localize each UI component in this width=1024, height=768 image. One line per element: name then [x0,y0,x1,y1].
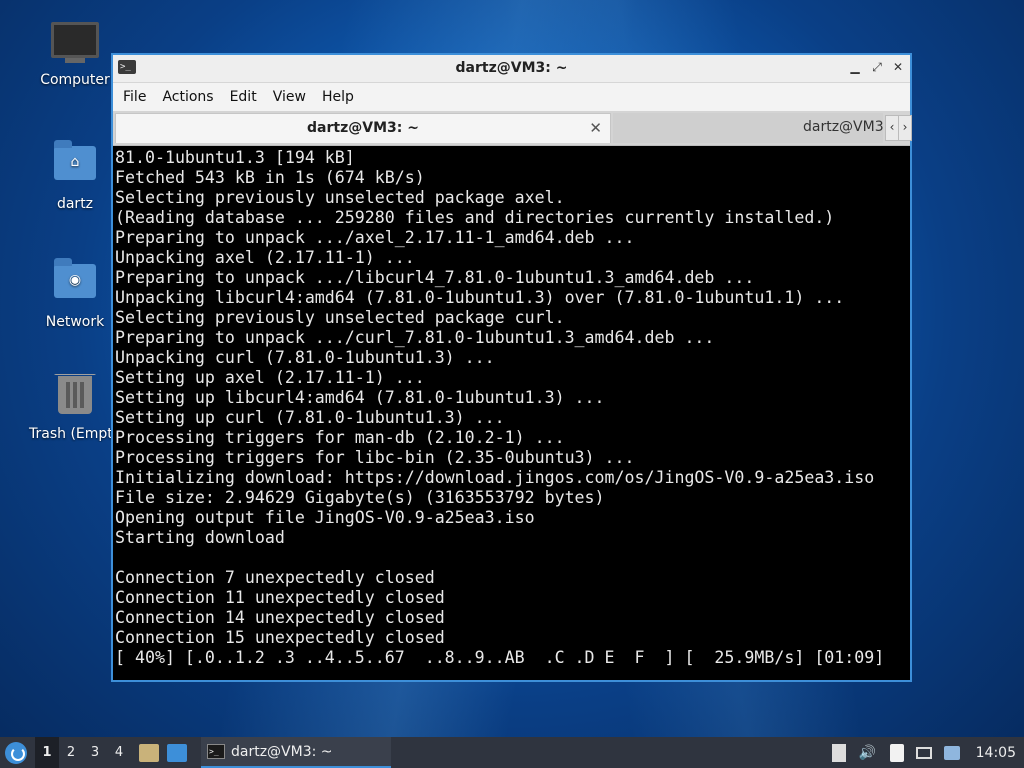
tab-label: dartz@VM3: ~ [307,120,419,136]
app-menu-icon[interactable] [5,741,27,764]
home-folder-icon: ⌂ [51,140,99,190]
menu-actions[interactable]: Actions [154,89,221,105]
network-folder-icon: ◉ [51,258,99,308]
terminal-line: Setting up curl (7.81.0-1ubuntu1.3) ... [115,408,505,427]
terminal-line: Unpacking axel (2.17.11-1) ... [115,248,415,267]
terminal-window: >_ dartz@VM3: ~ ▁ ⤢ ✕ File Actions Edit … [111,53,912,682]
close-button[interactable]: ✕ [889,58,907,76]
terminal-line: Preparing to unpack .../libcurl4_7.81.0-… [115,268,755,287]
clock: 14:05 [975,744,1016,761]
minimize-button[interactable]: ▁ [846,58,864,76]
tab-terminal-1[interactable]: dartz@VM3: ~ ✕ [115,113,611,143]
terminal-line: Selecting previously unselected package … [115,188,565,207]
task-label: dartz@VM3: ~ [231,743,333,760]
terminal-line: Setting up axel (2.17.11-1) ... [115,368,425,387]
terminal-line: 81.0-1ubuntu1.3 [194 kB] [115,148,355,167]
window-titlebar[interactable]: >_ dartz@VM3: ~ ▁ ⤢ ✕ [113,55,910,83]
terminal-line: Setting up libcurl4:amd64 (7.81.0-1ubunt… [115,388,605,407]
menu-help[interactable]: Help [314,89,362,105]
terminal-line: Unpacking libcurl4:amd64 (7.81.0-1ubuntu… [115,288,845,307]
upload-icon[interactable] [831,743,846,762]
desktop-icon-label: Trash (Empty) [29,426,125,442]
terminal-line: Fetched 543 kB in 1s (674 kB/s) [115,168,425,187]
tab-terminal-2[interactable]: dartz@VM3: ~ [613,113,883,143]
terminal-line: Preparing to unpack .../curl_7.81.0-1ubu… [115,328,715,347]
terminal-line: Connection 7 unexpectedly closed [115,568,435,587]
trash-icon [51,374,99,420]
workspace-1[interactable]: 1 [35,737,59,768]
terminal-line: [ 40%] [.0..1.2 .3 ..4..5..67 ..8..9..AB… [115,648,885,667]
desktop-icon-network[interactable]: ◉ Network [25,258,125,330]
taskbar: 1 2 3 4 >_ dartz@VM3: ~ 🔊 14:05 [0,737,1024,768]
system-tray: 🔊 14:05 [826,737,1024,768]
terminal-line: Connection 15 unexpectedly closed [115,628,445,647]
maximize-button[interactable]: ⤢ [868,58,886,76]
clipboard-icon[interactable] [889,743,904,762]
menu-edit[interactable]: Edit [222,89,265,105]
terminal-line: Initializing download: https://download.… [115,468,875,487]
terminal-line: Unpacking curl (7.81.0-1ubuntu1.3) ... [115,348,495,367]
terminal-line: (Reading database ... 259280 files and d… [115,208,835,227]
workspace-3[interactable]: 3 [83,737,107,768]
tab-scroll-left-icon[interactable]: ‹ [885,115,899,141]
terminal-line: Processing triggers for man-db (2.10.2-1… [115,428,565,447]
terminal-line: File size: 2.94629 Gigabyte(s) (31635537… [115,488,605,507]
file-manager-icon[interactable] [139,743,159,762]
desktop-icon-trash[interactable]: Trash (Empty) [25,374,125,442]
terminal-line: Starting download [115,528,285,547]
show-desktop-icon[interactable] [167,743,187,762]
volume-icon[interactable]: 🔊 [858,743,878,763]
terminal-line: Processing triggers for libc-bin (2.35-0… [115,448,635,467]
menu-file[interactable]: File [115,89,154,105]
terminal-line: Connection 14 unexpectedly closed [115,608,445,627]
menu-view[interactable]: View [265,89,314,105]
desktop-icon-label: dartz [56,196,94,212]
tab-scroll-right-icon[interactable]: › [898,115,912,141]
desktop-icon-label: Computer [40,72,110,88]
tab-label: dartz@VM3: ~ [803,119,883,135]
taskbar-task-terminal[interactable]: >_ dartz@VM3: ~ [201,737,391,768]
tab-bar: dartz@VM3: ~ ✕ dartz@VM3: ~ ‹ › [113,111,912,146]
workspace-4[interactable]: 4 [107,737,131,768]
update-icon[interactable] [943,745,960,760]
workspace-2[interactable]: 2 [59,737,83,768]
terminal-line: Connection 11 unexpectedly closed [115,588,445,607]
window-title: dartz@VM3: ~ [455,60,568,76]
terminal-icon: >_ [207,744,225,759]
terminal-output[interactable]: 81.0-1ubuntu1.3 [194 kB] Fetched 543 kB i… [113,146,910,680]
terminal-line: Preparing to unpack .../axel_2.17.11-1_a… [115,228,635,247]
terminal-line: Selecting previously unselected package … [115,308,565,327]
desktop-icon-home[interactable]: ⌂ dartz [25,140,125,212]
menubar: File Actions Edit View Help [113,83,910,111]
terminal-line: Opening output file JingOS-V0.9-a25ea3.i… [115,508,535,527]
tab-close-icon[interactable]: ✕ [589,119,602,137]
desktop-icon-label: Network [45,314,105,330]
network-icon[interactable] [915,746,932,759]
computer-icon [51,22,99,66]
desktop-icon-computer[interactable]: Computer [25,22,125,88]
